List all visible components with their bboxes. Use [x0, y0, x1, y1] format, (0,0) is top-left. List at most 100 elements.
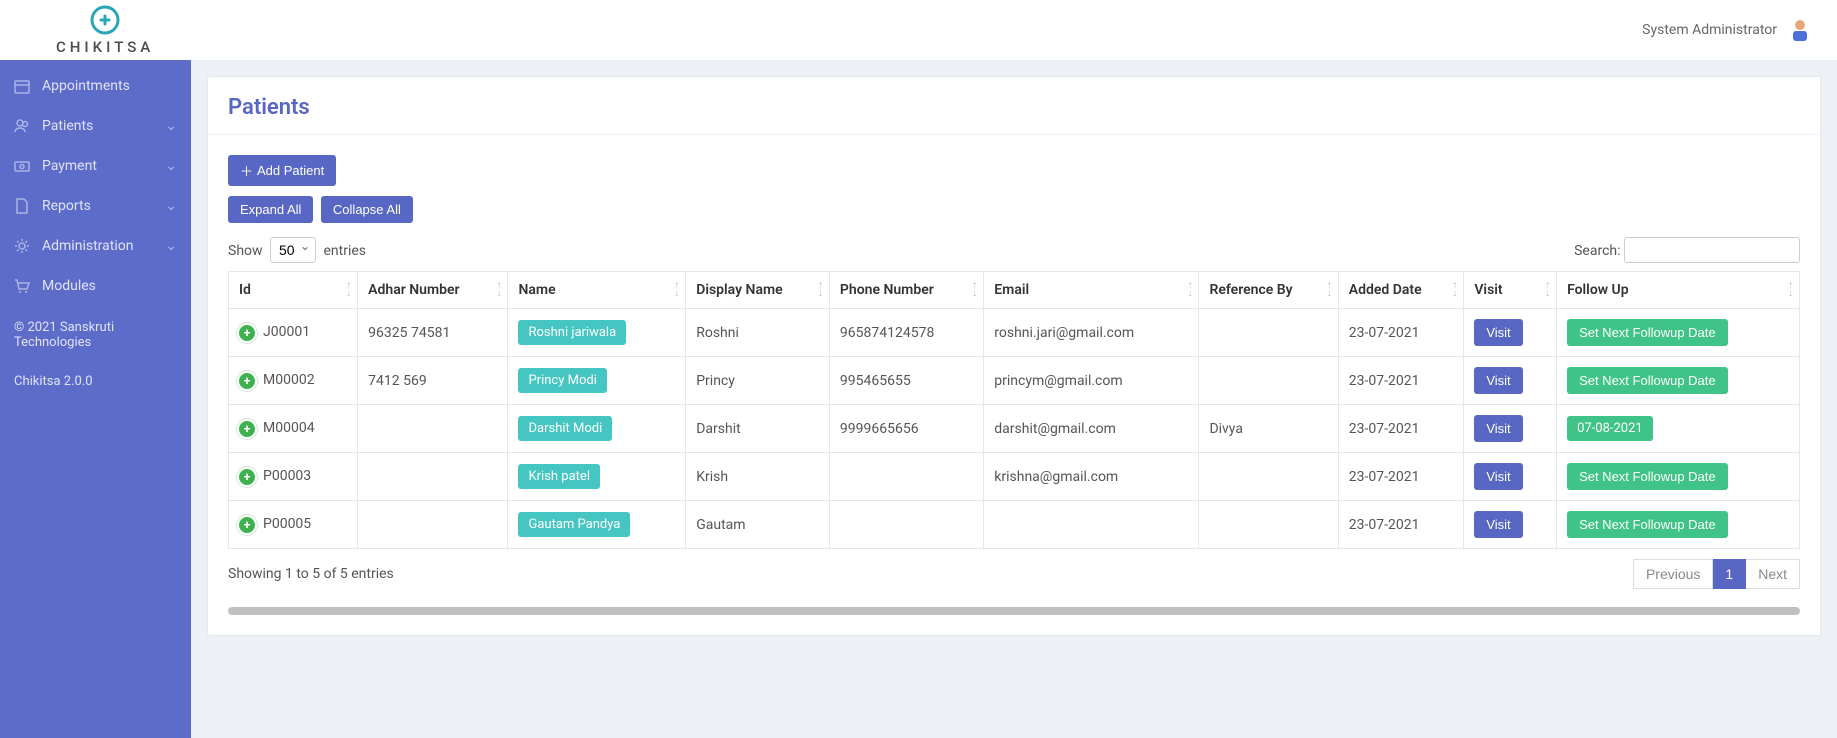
patient-name-link[interactable]: Krish patel: [518, 464, 600, 489]
cell-display-name: Krish: [686, 453, 830, 501]
col-label: Phone Number: [840, 282, 934, 298]
chevron-down-icon: ⌄: [165, 238, 177, 254]
col-label: Adhar Number: [368, 282, 459, 298]
patient-name-link[interactable]: Gautam Pandya: [518, 512, 630, 537]
patient-name-link[interactable]: Princy Modi: [518, 368, 606, 393]
add-patient-button[interactable]: ＋ Add Patient: [228, 155, 336, 186]
version-text: Chikitsa 2.0.0: [14, 374, 177, 389]
expand-row-icon[interactable]: +: [239, 325, 255, 341]
visit-button[interactable]: Visit: [1474, 319, 1522, 346]
set-followup-button[interactable]: Set Next Followup Date: [1567, 319, 1728, 346]
cell-added-date: 23-07-2021: [1338, 501, 1464, 549]
table-row: +M00004Darshit ModiDarshit9999665656dars…: [229, 405, 1800, 453]
page-title: Patients: [208, 77, 1820, 135]
horizontal-scrollbar[interactable]: [228, 607, 1800, 615]
patients-table: Id↑↓Adhar Number↑↓Name↑↓Display Name↑↓Ph…: [228, 271, 1800, 549]
brand[interactable]: CHIKITSA: [24, 4, 154, 56]
pager-page-1-button[interactable]: 1: [1713, 559, 1746, 589]
col-label: Reference By: [1209, 282, 1292, 298]
sort-icon: ↑↓: [674, 282, 679, 298]
sidebar-item-payment[interactable]: Payment ⌄: [0, 146, 191, 186]
user-name: System Administrator: [1642, 22, 1777, 38]
cell-adhar: 7412 569: [358, 357, 508, 405]
col-reference-by[interactable]: Reference By↑↓: [1199, 272, 1338, 309]
col-name[interactable]: Name↑↓: [508, 272, 686, 309]
cell-reference: Divya: [1199, 405, 1338, 453]
cell-id: P00003: [263, 468, 311, 484]
gear-icon: [14, 238, 30, 254]
sidebar-item-label: Administration: [42, 238, 153, 254]
page-size-select[interactable]: 50: [270, 237, 316, 263]
cell-display-name: Princy: [686, 357, 830, 405]
cart-icon: [14, 278, 30, 294]
cell-reference: [1199, 453, 1338, 501]
expand-row-icon[interactable]: +: [239, 517, 255, 533]
expand-row-icon[interactable]: +: [239, 469, 255, 485]
expand-row-icon[interactable]: +: [239, 421, 255, 437]
chevron-down-icon: ⌄: [165, 198, 177, 214]
col-phone-number[interactable]: Phone Number ↑↓: [829, 272, 983, 309]
table-row: +P00003Krish patelKrishkrishna@gmail.com…: [229, 453, 1800, 501]
patient-name-link[interactable]: Darshit Modi: [518, 416, 612, 441]
set-followup-button[interactable]: Set Next Followup Date: [1567, 463, 1728, 490]
col-email[interactable]: Email↑↓: [984, 272, 1199, 309]
col-id[interactable]: Id↑↓: [229, 272, 358, 309]
col-label: Display Name: [696, 282, 782, 298]
patient-name-link[interactable]: Roshni jariwala: [518, 320, 626, 345]
sort-icon: ↑↓: [972, 282, 977, 298]
set-followup-button[interactable]: Set Next Followup Date: [1567, 367, 1728, 394]
sidebar-item-patients[interactable]: Patients⌄: [0, 106, 191, 146]
cell-added-date: 23-07-2021: [1338, 453, 1464, 501]
cell-email: princym@gmail.com: [984, 357, 1199, 405]
col-added-date[interactable]: Added Date↑↓: [1338, 272, 1464, 309]
user-menu[interactable]: System Administrator: [1642, 17, 1813, 43]
table-row: + M00002 7412 569 Princy Modi Princy99546565…: [229, 357, 1800, 405]
visit-button[interactable]: Visit: [1474, 511, 1522, 538]
sidebar-item-administration[interactable]: Administration ⌄: [0, 226, 191, 266]
cell-id: M00004: [263, 420, 315, 436]
sidebar-item-label: Reports: [42, 198, 153, 214]
sidebar-item-label: Payment: [42, 158, 153, 174]
pager-next-button[interactable]: Next: [1746, 559, 1800, 589]
cell-phone: [829, 501, 983, 549]
sidebar-item-modules[interactable]: Modules: [0, 266, 191, 306]
followup-date-badge[interactable]: 07-08-2021: [1567, 416, 1653, 441]
visit-button[interactable]: Visit: [1474, 415, 1522, 442]
expand-all-button[interactable]: Expand All: [228, 196, 313, 223]
cell-adhar: [358, 453, 508, 501]
visit-button[interactable]: Visit: [1474, 367, 1522, 394]
pager-prev-button[interactable]: Previous: [1633, 559, 1713, 589]
set-followup-button[interactable]: Set Next Followup Date: [1567, 511, 1728, 538]
length-control: Show 50 entries: [228, 237, 366, 263]
cell-email: darshit@gmail.com: [984, 405, 1199, 453]
col-visit[interactable]: Visit↑↓: [1464, 272, 1557, 309]
collapse-all-button[interactable]: Collapse All: [321, 196, 413, 223]
cell-phone: 965874124578: [829, 309, 983, 357]
cell-id: M00002: [263, 372, 315, 388]
sort-icon: ↑↓: [1187, 282, 1192, 298]
cell-email: roshni.jari@gmail.com: [984, 309, 1199, 357]
chevron-down-icon: ⌄: [165, 118, 177, 134]
cell-adhar: 96325 74581: [358, 309, 508, 357]
cell-added-date: 23-07-2021: [1338, 405, 1464, 453]
sidebar-item-reports[interactable]: Reports ⌄: [0, 186, 191, 226]
payment-icon: [14, 158, 30, 174]
cell-added-date: 23-07-2021: [1338, 357, 1464, 405]
sidebar-item-appointments[interactable]: Appointments: [0, 66, 191, 106]
sort-icon: ↑↓: [1452, 282, 1457, 298]
cell-reference: [1199, 309, 1338, 357]
visit-button[interactable]: Visit: [1474, 463, 1522, 490]
cell-reference: [1199, 501, 1338, 549]
cell-reference: [1199, 357, 1338, 405]
chevron-down-icon: ⌄: [165, 158, 177, 174]
users-icon: [14, 118, 30, 134]
search-input[interactable]: [1624, 237, 1800, 263]
calendar-icon: [14, 78, 30, 94]
col-adhar-number[interactable]: Adhar Number ↑↓: [358, 272, 508, 309]
expand-row-icon[interactable]: +: [239, 373, 255, 389]
topbar: CHIKITSA System Administrator: [0, 0, 1837, 60]
cell-phone: 995465655: [829, 357, 983, 405]
col-follow-up[interactable]: Follow Up↑↓: [1557, 272, 1800, 309]
col-display-name[interactable]: Display Name↑↓: [686, 272, 830, 309]
sort-icon: ↑↓: [496, 282, 501, 298]
